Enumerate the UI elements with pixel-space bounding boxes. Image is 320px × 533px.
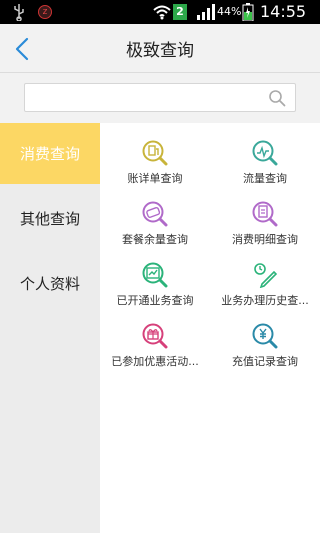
grid-item-opened-services[interactable]: 已开通业务查询 [100, 245, 210, 307]
sidebar-item-consumption-query[interactable]: 消费查询 [0, 123, 100, 184]
sidebar-item-label: 其他查询 [19, 210, 80, 228]
search-input[interactable] [31, 87, 263, 109]
sidebar-item-other-query[interactable]: 其他查询 [0, 188, 100, 249]
opened-service-icon [142, 262, 168, 288]
sim-icon: 2 [173, 4, 187, 20]
sidebar: 消费查询 其他查询 个人资料 [0, 123, 100, 533]
grid-item-label: 充值记录查询 [232, 355, 298, 368]
grid-item-data-usage[interactable]: 流量查询 [210, 123, 320, 185]
notification-z-icon: z [38, 5, 52, 19]
sidebar-item-label: 消费查询 [19, 145, 80, 163]
sidebar-item-personal-info[interactable]: 个人资料 [0, 253, 100, 314]
grid-item-label: 已参加优惠活动... [111, 355, 199, 368]
search-area [0, 73, 320, 123]
grid-item-package-balance[interactable]: 套餐余量查询 [100, 184, 210, 246]
history-icon [254, 263, 278, 288]
gift-icon [142, 323, 168, 349]
recharge-record-icon [252, 323, 278, 349]
battery-percent: 44% [217, 5, 242, 18]
grid-item-joined-promotions[interactable]: 已参加优惠活动... [100, 306, 210, 368]
grid-item-consumption-detail[interactable]: 消费明细查询 [210, 184, 320, 246]
search-box [24, 83, 296, 112]
sidebar-item-label: 个人资料 [19, 275, 80, 293]
title-bar: 极致查询 [0, 24, 320, 73]
grid-item-recharge-records[interactable]: 充值记录查询 [210, 306, 320, 368]
grid-item-bill-detail[interactable]: 账详单查询 [100, 123, 210, 185]
clock: 14:55 [260, 2, 307, 21]
consumption-detail-icon [252, 201, 278, 227]
status-bar: z 2 44% 14:55 [0, 0, 320, 24]
wifi-icon [153, 5, 171, 20]
grid-item-service-history[interactable]: 业务办理历史查... [210, 245, 320, 307]
page-title: 极致查询 [126, 41, 194, 61]
bill-detail-icon [142, 140, 168, 166]
query-grid: 账详单查询 流量查询 套餐余量查询 消费明细查询 已开通业务查询 业务办理历史查… [100, 123, 320, 533]
package-balance-icon [142, 201, 168, 227]
usb-icon [14, 4, 24, 21]
battery-icon [242, 3, 254, 21]
search-icon[interactable] [268, 89, 286, 107]
gprs-data-icon [252, 140, 278, 166]
signal-icon [197, 4, 215, 20]
